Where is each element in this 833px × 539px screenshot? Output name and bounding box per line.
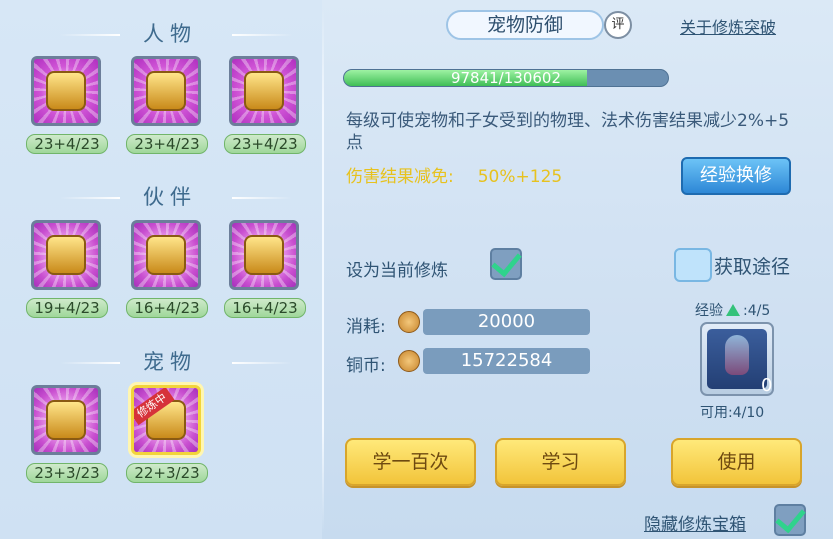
category-panel: 人物 23+4/23 23+4/23 23+4/23 伙伴 19+4/23 16…: [0, 0, 322, 539]
set-current-checkbox[interactable]: [490, 245, 522, 280]
pet-sword-icon: [46, 400, 86, 440]
skill-card-pet-2[interactable]: 修炼中: [131, 385, 201, 455]
exp-text: 经验: [695, 303, 723, 319]
use-button[interactable]: 使用: [671, 438, 802, 486]
skill-card-character-3[interactable]: [229, 56, 299, 126]
exp-item-slot[interactable]: 0: [700, 322, 774, 396]
section-title-character: 人物: [143, 22, 197, 46]
learn-button[interactable]: 学习: [495, 438, 626, 486]
partner-sword-icon: [46, 235, 86, 275]
section-title-partner: 伙伴: [143, 185, 197, 209]
checkmark-icon: [491, 245, 522, 278]
hide-chest-checkbox[interactable]: [774, 501, 806, 536]
skill-level-label: 23+4/23: [224, 134, 306, 154]
skill-title: 宠物防御: [446, 10, 604, 40]
exp-item-label: 经验 :4/5: [695, 300, 770, 320]
title-decoration-right: [232, 197, 292, 199]
title-decoration-right: [232, 34, 292, 36]
skill-level-label: 23+4/23: [126, 134, 208, 154]
obtain-source-link[interactable]: 获取途径: [714, 252, 790, 279]
damage-reduction: 伤害结果减免: 50%+125: [346, 162, 562, 187]
about-breakthrough-link[interactable]: 关于修炼突破: [680, 14, 776, 38]
skill-card-partner-1[interactable]: [31, 220, 101, 290]
training-window: 人物 23+4/23 23+4/23 23+4/23 伙伴 19+4/23 16…: [0, 0, 833, 539]
rating-icon[interactable]: 评: [604, 11, 632, 39]
skill-level-label: 16+4/23: [224, 298, 306, 318]
skill-card-pet-1[interactable]: [31, 385, 101, 455]
coin-icon: [398, 350, 420, 372]
cost-value: 20000: [423, 309, 590, 335]
coins-label: 铜币:: [346, 356, 386, 376]
set-current-label: 设为当前修炼: [346, 261, 448, 281]
partner-hand-icon: [244, 235, 284, 275]
skill-card-character-1[interactable]: [31, 56, 101, 126]
skill-level-label: 23+3/23: [26, 463, 108, 483]
skill-level-label: 16+4/23: [126, 298, 208, 318]
checkmark-icon: [775, 501, 806, 534]
coin-icon: [398, 311, 420, 333]
item-count: 0: [761, 375, 773, 396]
skill-card-partner-3[interactable]: [229, 220, 299, 290]
panel-divider: [322, 8, 324, 533]
damage-reduction-label: 伤害结果减免:: [346, 167, 454, 187]
skill-card-character-2[interactable]: [131, 56, 201, 126]
skill-card-partner-2[interactable]: [131, 220, 201, 290]
character-armor-icon: [244, 71, 284, 111]
skill-level-label: 23+4/23: [26, 134, 108, 154]
exp-progress-text: 97841/130602: [450, 69, 562, 87]
learn-100-button[interactable]: 学一百次: [345, 438, 476, 486]
skill-description: 每级可使宠物和子女受到的物理、法术伤害结果减少2%+5点: [346, 111, 790, 153]
exp-count: :4/5: [743, 303, 771, 319]
obtain-book-icon[interactable]: [674, 248, 712, 282]
up-arrow-icon: [726, 304, 740, 316]
damage-reduction-value: 50%+125: [477, 167, 563, 187]
exchange-exp-button[interactable]: 经验换修: [681, 157, 791, 195]
available-count: 可用:4/10: [700, 405, 765, 421]
section-title-pet: 宠物: [143, 350, 197, 374]
character-icon: [46, 71, 86, 111]
coins-value: 15722584: [423, 348, 590, 374]
hide-chest-label: 隐藏修炼宝箱: [644, 515, 746, 535]
exp-progress-bar: 97841/130602: [343, 69, 669, 87]
skill-level-label: 19+4/23: [26, 298, 108, 318]
character-shield-icon: [146, 71, 186, 111]
exp-item-bg: 0: [707, 329, 772, 396]
partner-shield-icon: [146, 235, 186, 275]
title-decoration-right: [232, 362, 292, 364]
cost-label: 消耗:: [346, 317, 386, 337]
skill-level-label: 22+3/23: [126, 463, 208, 483]
vase-icon: [725, 335, 749, 375]
